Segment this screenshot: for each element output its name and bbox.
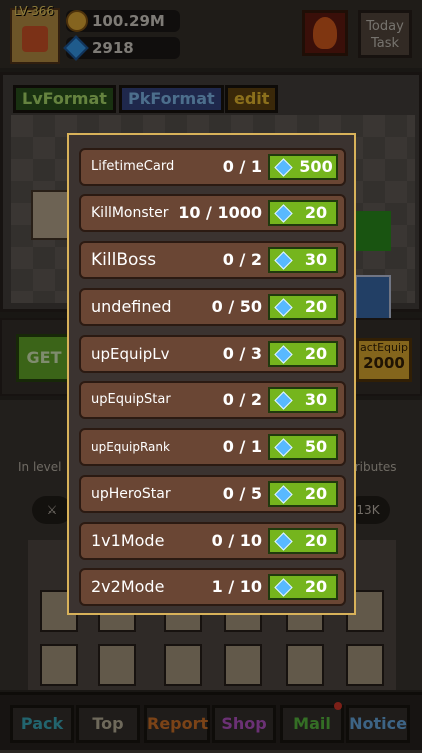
task-name: LifetimeCard (91, 159, 175, 174)
task-progress: 0 / 2 (222, 390, 262, 409)
task-row: upEquipStar 0 / 2 30 (79, 381, 346, 419)
task-name: 1v1Mode (91, 531, 165, 550)
reward-amount: 20 (304, 203, 328, 222)
claim-reward-button[interactable]: 30 (268, 247, 338, 273)
gem-icon (274, 158, 293, 177)
claim-reward-button[interactable]: 30 (268, 387, 338, 413)
gem-icon (274, 251, 293, 270)
task-progress: 0 / 1 (222, 437, 262, 456)
reward-amount: 20 (304, 344, 328, 363)
task-name: 2v2Mode (91, 577, 165, 596)
task-row: upHeroStar 0 / 5 20 (79, 475, 346, 513)
task-row: KillMonster 10 / 1000 20 (79, 194, 346, 232)
reward-amount: 50 (304, 437, 328, 456)
task-progress: 0 / 10 (211, 531, 262, 550)
gem-icon (274, 532, 293, 551)
task-name: upHeroStar (91, 486, 171, 502)
task-progress: 1 / 10 (211, 577, 262, 596)
claim-reward-button[interactable]: 20 (268, 341, 338, 367)
claim-reward-button[interactable]: 500 (268, 154, 338, 180)
reward-amount: 30 (304, 390, 328, 409)
claim-reward-button[interactable]: 20 (268, 574, 338, 600)
reward-amount: 500 (299, 157, 333, 176)
task-name: undefined (91, 297, 172, 316)
task-name: upEquipLv (91, 345, 170, 363)
gem-icon (274, 578, 293, 597)
task-row: KillBoss 0 / 2 30 (79, 241, 346, 279)
reward-amount: 20 (304, 297, 328, 316)
task-row: upEquipRank 0 / 1 50 (79, 428, 346, 466)
task-row: 1v1Mode 0 / 10 20 (79, 522, 346, 560)
gem-icon (274, 391, 293, 410)
task-name: upEquipRank (91, 440, 170, 454)
reward-amount: 20 (304, 531, 328, 550)
task-row: LifetimeCard 0 / 1 500 (79, 148, 346, 186)
task-progress: 0 / 1 (222, 157, 262, 176)
reward-amount: 20 (304, 577, 328, 596)
gem-icon (274, 345, 293, 364)
task-progress: 0 / 50 (211, 297, 262, 316)
claim-reward-button[interactable]: 20 (268, 294, 338, 320)
task-name: upEquipStar (91, 392, 171, 407)
task-row: undefined 0 / 50 20 (79, 288, 346, 326)
task-row: upEquipLv 0 / 3 20 (79, 335, 346, 373)
gem-icon (274, 438, 293, 457)
task-name: KillMonster (91, 205, 169, 221)
claim-reward-button[interactable]: 20 (268, 481, 338, 507)
reward-amount: 20 (304, 484, 328, 503)
task-progress: 0 / 2 (222, 250, 262, 269)
task-progress: 0 / 3 (222, 344, 262, 363)
gem-icon (274, 298, 293, 317)
task-name: KillBoss (91, 250, 157, 270)
reward-amount: 30 (304, 250, 328, 269)
daily-task-modal: LifetimeCard 0 / 1 500 KillMonster 10 / … (67, 133, 356, 615)
claim-reward-button[interactable]: 20 (268, 528, 338, 554)
task-row: 2v2Mode 1 / 10 20 (79, 568, 346, 606)
claim-reward-button[interactable]: 50 (268, 434, 338, 460)
claim-reward-button[interactable]: 20 (268, 200, 338, 226)
gem-icon (274, 204, 293, 223)
task-progress: 0 / 5 (222, 484, 262, 503)
gem-icon (274, 485, 293, 504)
task-progress: 10 / 1000 (178, 203, 262, 222)
